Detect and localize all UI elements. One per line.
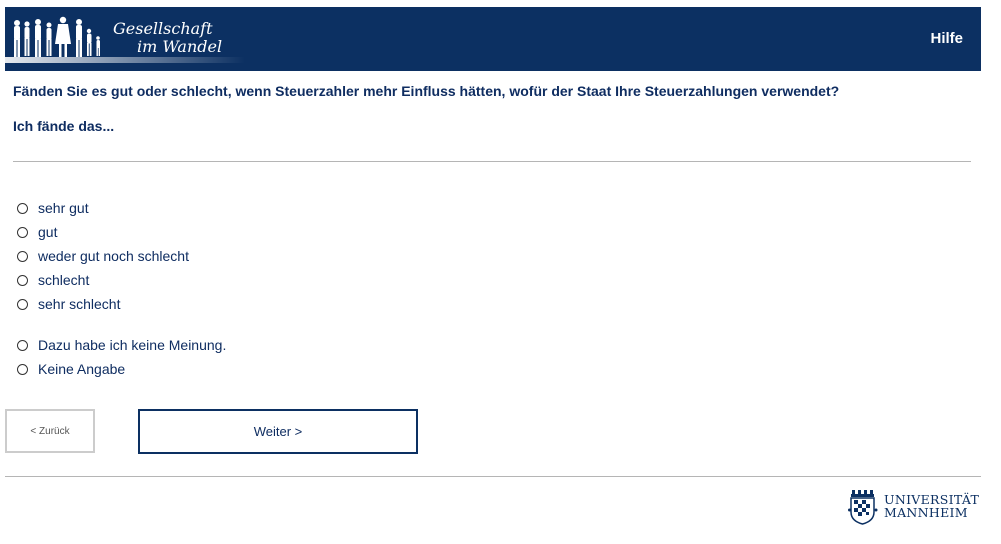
divider [13,161,971,162]
option-label[interactable]: schlecht [38,272,89,288]
option-label[interactable]: gut [38,224,57,240]
footer-divider [5,476,981,477]
option-label[interactable]: weder gut noch schlecht [38,248,189,264]
next-button[interactable]: Weiter > [138,409,418,454]
question-text: Fänden Sie es gut oder schlecht, wenn St… [13,83,840,99]
gesellschaft-im-wandel-logo: Gesellschaft im Wandel [5,7,245,71]
logo-text: Gesellschaft im Wandel [113,20,222,56]
radio-button[interactable] [17,250,28,262]
option-label[interactable]: sehr schlecht [38,296,120,312]
back-button[interactable]: < Zurück [5,409,95,453]
radio-button[interactable] [17,274,28,286]
option-label[interactable]: sehr gut [38,200,89,216]
option-weder-gut-noch-schlecht[interactable]: weder gut noch schlecht [17,246,189,266]
header-banner: Gesellschaft im Wandel Hilfe [5,7,981,71]
option-gut[interactable]: gut [17,222,57,242]
university-name: UNIVERSITÄT MANNHEIM [884,493,979,519]
logo-text-line1: Gesellschaft [113,19,213,38]
radio-button[interactable] [17,339,28,351]
option-schlecht[interactable]: schlecht [17,270,89,290]
help-link[interactable]: Hilfe [930,30,963,47]
option-keine-meinung[interactable]: Dazu habe ich keine Meinung. [17,335,226,355]
option-label[interactable]: Keine Angabe [38,361,125,377]
radio-button[interactable] [17,298,28,310]
radio-button[interactable] [17,202,28,214]
university-name-line2: MANNHEIM [884,505,968,520]
radio-button[interactable] [17,226,28,238]
option-sehr-gut[interactable]: sehr gut [17,198,89,218]
question-subtext: Ich fände das... [13,118,115,134]
university-crest-icon [848,490,878,525]
logo-text-line2: im Wandel [137,37,223,56]
universitaet-mannheim-logo: UNIVERSITÄT MANNHEIM [848,488,983,528]
option-keine-angabe[interactable]: Keine Angabe [17,359,125,379]
radio-button[interactable] [17,363,28,375]
option-label[interactable]: Dazu habe ich keine Meinung. [38,337,226,353]
option-sehr-schlecht[interactable]: sehr schlecht [17,294,120,314]
